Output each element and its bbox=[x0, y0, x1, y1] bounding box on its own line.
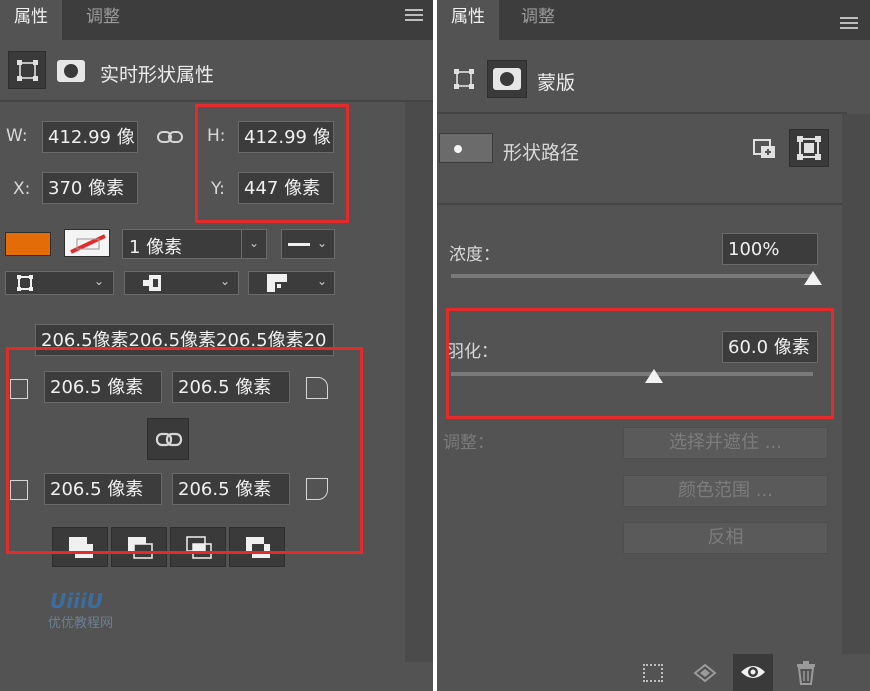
panel-header-title: 实时形状属性 bbox=[100, 64, 215, 86]
shape-properties-button[interactable] bbox=[8, 51, 46, 89]
shape-properties-button[interactable] bbox=[452, 65, 476, 93]
stroke-align-select[interactable]: ⌄ bbox=[5, 271, 114, 295]
width-field[interactable]: 412.99 像 bbox=[42, 121, 138, 153]
x-position-field[interactable]: 370 像素 bbox=[42, 172, 138, 204]
bottom-toolbar bbox=[437, 654, 870, 691]
stroke-color-swatch[interactable] bbox=[64, 229, 110, 257]
chevron-down-icon: ⌄ bbox=[94, 274, 105, 288]
delete-mask-icon[interactable] bbox=[795, 661, 817, 685]
watermark-text: 优优教程网 bbox=[48, 616, 114, 631]
link-dimensions-icon[interactable] bbox=[156, 128, 184, 146]
highlight-box-hy bbox=[195, 104, 349, 223]
add-mask-icon bbox=[753, 139, 775, 158]
invert-button[interactable]: 反相 bbox=[623, 522, 828, 554]
chevron-down-icon: ⌄ bbox=[317, 236, 328, 250]
tab-properties[interactable]: 属性 bbox=[437, 0, 499, 40]
select-and-mask-button[interactable]: 选择并遮住 ... bbox=[623, 427, 828, 459]
panel-menu-icon[interactable] bbox=[840, 17, 858, 30]
apply-mask-icon[interactable] bbox=[691, 663, 719, 683]
toggle-mask-visibility-button[interactable] bbox=[733, 654, 773, 691]
chevron-down-icon: ⌄ bbox=[317, 274, 328, 288]
tab-properties[interactable]: 属性 bbox=[0, 0, 62, 40]
line-cap-icon bbox=[143, 275, 161, 291]
add-mask-button[interactable] bbox=[751, 135, 781, 163]
mask-properties-button[interactable] bbox=[487, 60, 527, 98]
density-slider-thumb[interactable] bbox=[804, 271, 822, 285]
tab-adjustments[interactable]: 调整 bbox=[503, 0, 573, 40]
stroke-width-value: 1 像素 bbox=[129, 237, 183, 258]
divider bbox=[437, 203, 842, 205]
highlight-box-corners bbox=[6, 347, 363, 554]
stroke-type-select[interactable]: ⌄ bbox=[281, 229, 335, 259]
line-join-icon bbox=[267, 274, 287, 292]
mask-properties-button[interactable] bbox=[55, 56, 87, 86]
panel-header-title: 蒙版 bbox=[537, 72, 576, 94]
scrollbar-track[interactable] bbox=[842, 114, 870, 654]
properties-panel-right: 属性 调整 蒙版 形状路径 浓度： 100% 羽化： 60.0 像素 调整： 选… bbox=[437, 0, 870, 691]
svg-text:UiiiU: UiiiU bbox=[50, 589, 103, 613]
tab-bar: 属性 调整 bbox=[437, 0, 870, 40]
watermark-logo: UiiiU bbox=[48, 588, 128, 614]
eye-icon bbox=[741, 666, 765, 678]
density-field[interactable]: 100% bbox=[722, 233, 818, 265]
scrollbar-track[interactable] bbox=[405, 102, 433, 662]
divider bbox=[437, 112, 847, 114]
stroke-width-select[interactable]: 1 像素 ⌄ bbox=[122, 229, 267, 259]
chevron-down-icon: ⌄ bbox=[220, 274, 231, 288]
vector-mask-thumbnail[interactable] bbox=[439, 133, 493, 163]
highlight-box-feather bbox=[446, 308, 834, 419]
stroke-align-icon bbox=[17, 275, 33, 291]
density-slider[interactable] bbox=[451, 274, 813, 278]
properties-panel-left: 属性 调整 实时形状属性 W: 412.99 像 H: 412.99 像 X: … bbox=[0, 0, 433, 691]
color-range-button[interactable]: 颜色范围 ... bbox=[623, 475, 828, 507]
mask-icon bbox=[493, 68, 521, 90]
panel-menu-icon[interactable] bbox=[405, 9, 423, 22]
fill-color-swatch[interactable] bbox=[5, 232, 51, 256]
tab-bar: 属性 调整 bbox=[0, 0, 433, 40]
chevron-down-icon: ⌄ bbox=[249, 236, 260, 250]
tab-adjustments[interactable]: 调整 bbox=[68, 0, 138, 40]
adjust-label: 调整： bbox=[443, 433, 494, 453]
mask-shape-dot bbox=[454, 145, 462, 153]
x-label: X: bbox=[13, 179, 31, 199]
shape-path-label: 形状路径 bbox=[503, 142, 580, 164]
stroke-corner-select[interactable]: ⌄ bbox=[248, 271, 335, 295]
line-style-icon bbox=[288, 243, 310, 246]
shape-transform-icon bbox=[454, 69, 474, 89]
mask-icon bbox=[57, 60, 85, 82]
load-selection-icon[interactable] bbox=[643, 664, 663, 682]
density-label: 浓度： bbox=[449, 245, 500, 265]
shape-transform-icon bbox=[17, 60, 38, 81]
no-stroke-icon bbox=[70, 234, 106, 254]
stroke-cap-select[interactable]: ⌄ bbox=[124, 271, 239, 295]
select-shape-button[interactable] bbox=[789, 129, 829, 167]
shape-path-icon bbox=[797, 136, 821, 160]
divider bbox=[0, 100, 433, 102]
width-label: W: bbox=[6, 126, 28, 146]
